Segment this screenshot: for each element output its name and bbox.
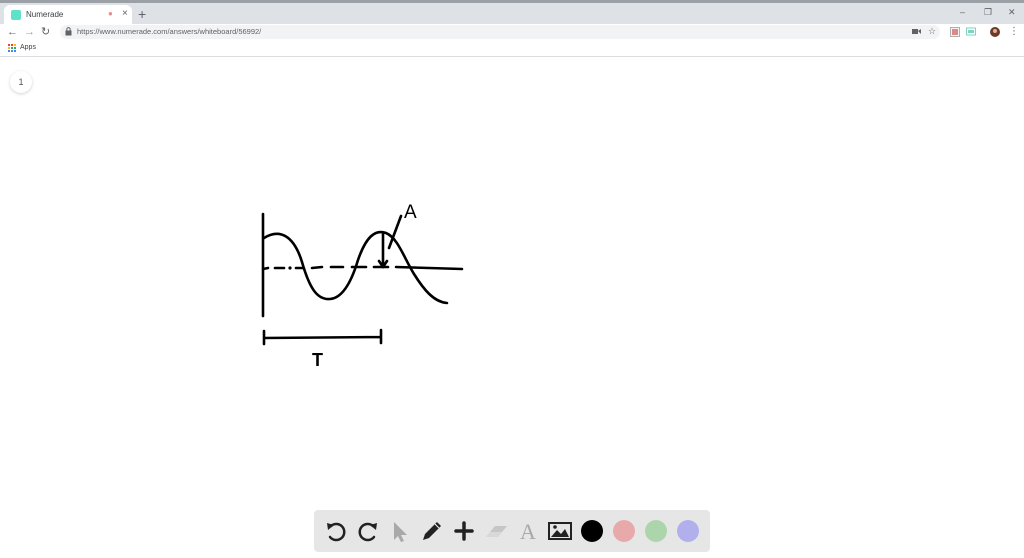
text-icon[interactable]: A [514,517,542,545]
color-swatch-black[interactable] [581,520,603,542]
profile-avatar[interactable] [990,27,1000,37]
image-icon[interactable] [546,517,574,545]
add-icon[interactable] [450,517,478,545]
pen-icon[interactable] [418,517,446,545]
browser-toolbar: ← → ↻ https://www.numerade.com/answers/w… [0,24,1024,40]
reload-icon[interactable]: ↻ [41,25,50,39]
back-icon[interactable]: ← [7,25,18,39]
period-label: T [312,350,323,370]
menu-icon[interactable]: ⋮ [1009,25,1019,39]
bookmarks-bar: Apps [0,40,1024,57]
camera-icon[interactable] [912,28,921,35]
redo-icon[interactable] [354,517,382,545]
restore-button[interactable]: ❐ [984,7,992,18]
apps-grid-icon[interactable] [8,44,16,52]
color-swatch-green[interactable] [645,520,667,542]
extension-icon[interactable] [950,27,960,37]
eraser-icon[interactable] [482,517,510,545]
page-number-badge[interactable]: 1 [10,71,32,93]
numerade-favicon-icon [11,10,21,20]
svg-text:A: A [520,519,536,544]
bookmark-star-icon[interactable]: ☆ [928,26,936,37]
pointer-icon[interactable] [386,517,414,545]
undo-icon[interactable] [322,517,350,545]
close-window-button[interactable]: ✕ [1008,7,1016,18]
amplitude-arrow-stroke [377,232,389,269]
new-tab-button[interactable]: + [138,7,146,21]
cast-icon[interactable] [966,27,976,37]
tab-strip: Numerade ● × + – ❐ ✕ [0,0,1024,27]
color-swatch-pink[interactable] [613,520,635,542]
color-swatch-purple[interactable] [677,520,699,542]
address-bar[interactable]: https://www.numerade.com/answers/whitebo… [60,25,940,39]
audio-indicator-icon[interactable]: ● [108,9,113,18]
lock-icon [65,27,72,36]
drawing-toolbar: A [314,510,710,552]
tab-title: Numerade [26,10,64,19]
period-bracket-stroke [262,328,383,346]
amplitude-leader-stroke [387,214,403,250]
equilibrium-dashed-line [261,265,464,271]
tab-close-button[interactable]: × [122,8,128,20]
apps-bookmark-label[interactable]: Apps [20,44,36,51]
dot-mark [288,266,292,270]
whiteboard-canvas[interactable]: A T [0,58,1024,508]
amplitude-label: A [404,202,417,223]
minimize-button[interactable]: – [960,7,965,17]
forward-icon[interactable]: → [24,25,35,39]
url-text: https://www.numerade.com/answers/whitebo… [77,27,262,36]
